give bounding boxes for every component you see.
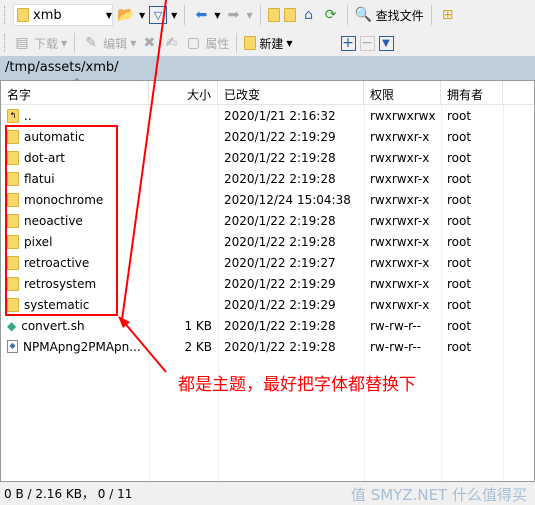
annotation-arrow <box>118 0 167 373</box>
annotation-text: 都是主题，最好把字体都替换下 <box>178 375 416 395</box>
